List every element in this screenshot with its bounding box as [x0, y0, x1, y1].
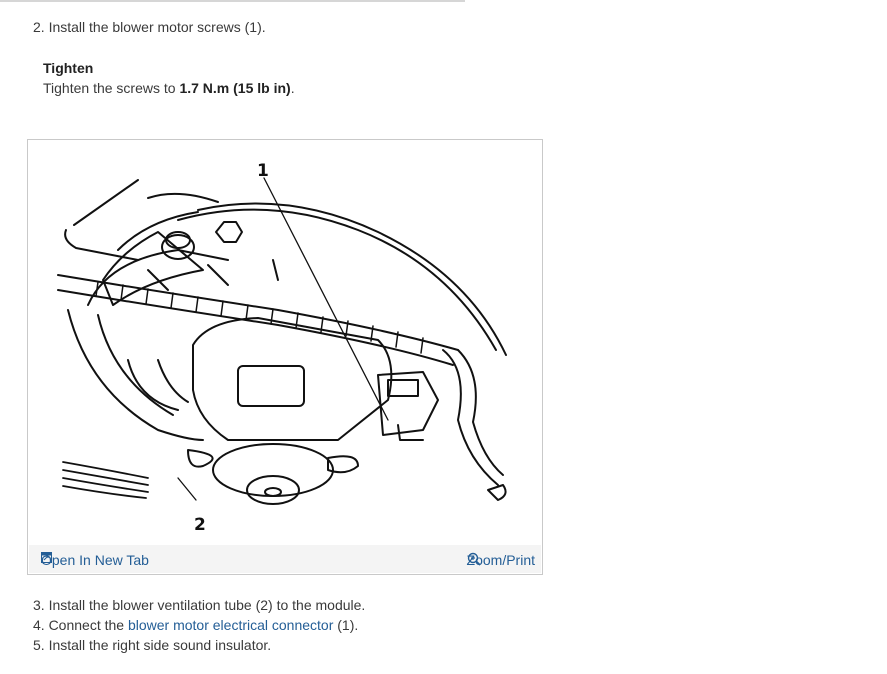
callout-1: 1: [257, 161, 269, 181]
screw: [215, 221, 243, 243]
step-4-suffix: (1).: [333, 617, 359, 633]
harness: [487, 484, 507, 501]
step-2-text: 2. Install the blower motor screws (1).: [33, 19, 266, 35]
top-divider: [0, 0, 465, 2]
figure-toolbar: Open In New Tab Zoom/Print: [29, 545, 541, 573]
step-3-text: 3. Install the blower ventilation tube (…: [33, 597, 366, 613]
housing-arc: [197, 202, 507, 356]
connector-link[interactable]: blower motor electrical connector: [128, 617, 333, 633]
blower-motor-figure: 1 2 Open In New Tab Zoom/Print: [27, 139, 543, 575]
duct-line: [73, 179, 139, 226]
tighten-heading: Tighten: [43, 60, 94, 76]
wheel: [272, 259, 279, 281]
duct-line: [147, 192, 219, 203]
wires: [62, 461, 149, 499]
blower-motor-illustration: 1 2: [57, 161, 507, 535]
zoom-in-icon: [467, 552, 481, 566]
electrical-connector: [387, 379, 419, 397]
zoom-print-link[interactable]: Zoom/Print: [467, 552, 535, 568]
motor-label-plate: [237, 365, 305, 407]
vent-tube: [97, 314, 174, 416]
open-in-new-tab-label: Open In New Tab: [41, 552, 149, 568]
steps-list: 3. Install the blower ventilation tube (…: [33, 595, 365, 655]
duct-line: [64, 229, 139, 261]
vent-tube: [157, 359, 189, 403]
mount-ear: [187, 449, 214, 468]
motor-body: [192, 317, 393, 441]
motor-shaft: [246, 475, 300, 505]
step-5-text: 5. Install the right side sound insulato…: [33, 637, 272, 653]
vent-tube: [67, 309, 204, 441]
motor-shaft: [264, 487, 282, 497]
harness: [457, 349, 504, 476]
step-4-prefix: 4. Connect the: [33, 617, 128, 633]
fan-ring: [57, 274, 459, 351]
callout-2: 2: [194, 515, 206, 535]
leader-line-2: [177, 477, 197, 501]
wheel: [207, 264, 229, 286]
housing-arc: [177, 208, 497, 351]
open-in-new-tab-link[interactable]: Open In New Tab: [41, 552, 149, 568]
tighten-suffix: .: [290, 80, 295, 96]
step-4-text: 4. Connect the blower motor electrical c…: [33, 615, 365, 635]
open-in-new-tab-icon: [41, 552, 52, 563]
tighten-prefix: Tighten the screws to: [43, 80, 180, 96]
leader-line-1: [263, 177, 389, 421]
tighten-spec: Tighten the screws to 1.7 N.m (15 lb in)…: [43, 80, 295, 96]
torque-value: 1.7 N.m (15 lb in): [179, 80, 291, 96]
